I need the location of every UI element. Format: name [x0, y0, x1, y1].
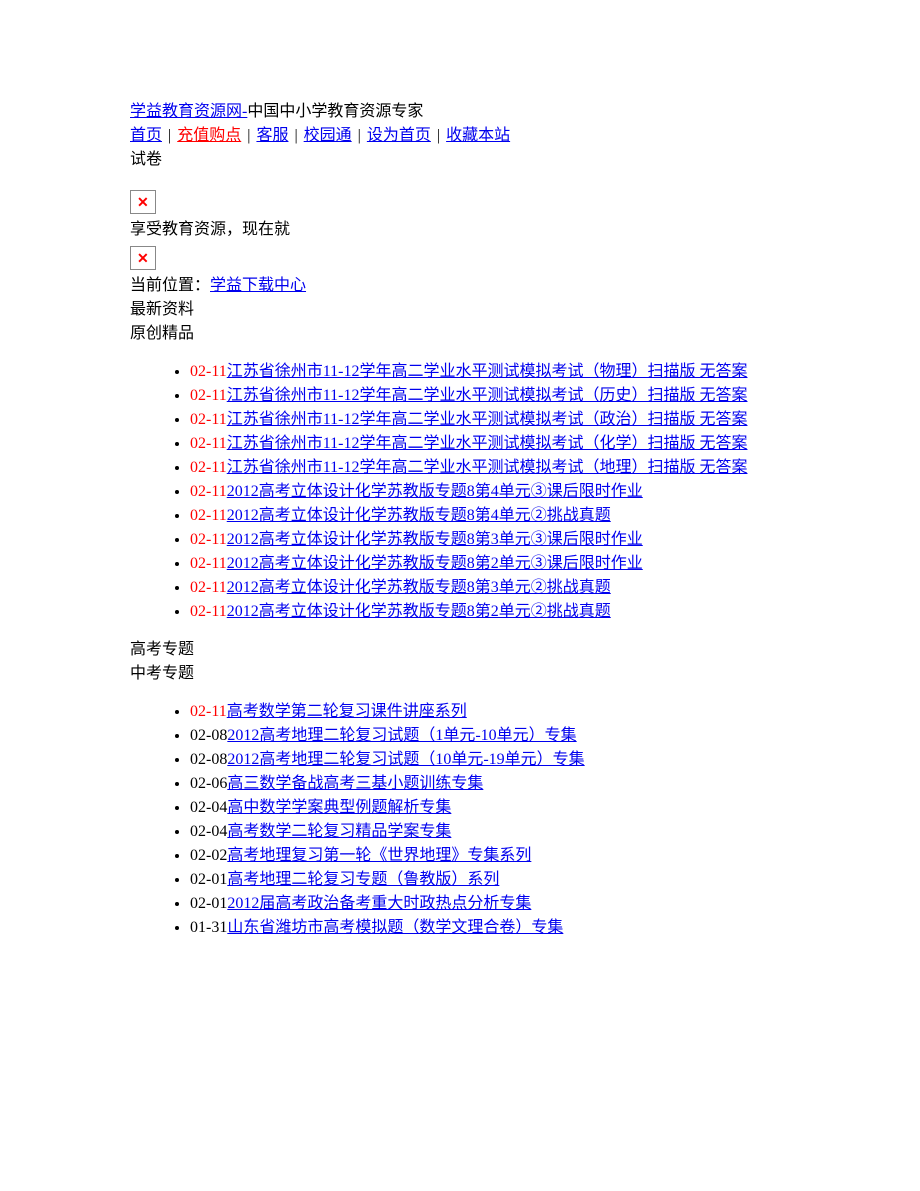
nav-set-home[interactable]: 设为首页	[367, 127, 431, 144]
list-item: 02-04高中数学学案典型例题解析专集	[190, 796, 790, 820]
nav-campus[interactable]: 校园通	[304, 127, 352, 144]
item-date: 02-11	[190, 411, 227, 428]
material-list-2: 02-11高考数学第二轮复习课件讲座系列02-082012高考地理二轮复习试题（…	[130, 700, 790, 940]
list-item: 02-112012高考立体设计化学苏教版专题8第3单元③课后限时作业	[190, 528, 790, 552]
list-item: 02-112012高考立体设计化学苏教版专题8第4单元②挑战真题	[190, 504, 790, 528]
item-date: 02-01	[190, 895, 227, 912]
item-date: 02-11	[190, 435, 227, 452]
item-date: 02-04	[190, 823, 227, 840]
item-link[interactable]: 2012高考立体设计化学苏教版专题8第4单元③课后限时作业	[227, 483, 643, 500]
item-link[interactable]: 2012高考立体设计化学苏教版专题8第4单元②挑战真题	[227, 507, 611, 524]
item-link[interactable]: 江苏省徐州市11-12学年高二学业水平测试模拟考试（化学）扫描版 无答案	[227, 435, 748, 452]
item-date: 02-11	[190, 603, 227, 620]
item-link[interactable]: 2012高考立体设计化学苏教版专题8第3单元②挑战真题	[227, 579, 611, 596]
item-link[interactable]: 江苏省徐州市11-12学年高二学业水平测试模拟考试（政治）扫描版 无答案	[227, 411, 748, 428]
breadcrumb-link[interactable]: 学益下载中心	[210, 277, 306, 294]
item-link[interactable]: 2012高考立体设计化学苏教版专题8第3单元③课后限时作业	[227, 531, 643, 548]
section-gaokao-heading: 高考专题	[130, 638, 790, 662]
item-link[interactable]: 江苏省徐州市11-12学年高二学业水平测试模拟考试（历史）扫描版 无答案	[227, 387, 748, 404]
slogan-text: 享受教育资源，现在就	[130, 218, 790, 242]
item-date: 02-11	[190, 531, 227, 548]
item-date: 02-06	[190, 775, 227, 792]
top-nav: 首页 | 充值购点 | 客服 | 校园通 | 设为首页 | 收藏本站	[130, 124, 790, 148]
item-date: 02-11	[190, 579, 227, 596]
list-item: 02-11江苏省徐州市11-12学年高二学业水平测试模拟考试（政治）扫描版 无答…	[190, 408, 790, 432]
item-date: 02-11	[190, 387, 227, 404]
list-item: 02-012012届高考政治备考重大时政热点分析专集	[190, 892, 790, 916]
nav-home[interactable]: 首页	[130, 127, 162, 144]
item-date: 02-11	[190, 703, 227, 720]
list-item: 02-082012高考地理二轮复习试题（1单元-10单元）专集	[190, 724, 790, 748]
item-link[interactable]: 江苏省徐州市11-12学年高二学业水平测试模拟考试（物理）扫描版 无答案	[227, 363, 748, 380]
site-link[interactable]: 学益教育资源网-	[130, 103, 247, 120]
broken-image-icon: ✕	[130, 246, 156, 270]
list-item: 02-04高考数学二轮复习精品学案专集	[190, 820, 790, 844]
item-date: 02-11	[190, 507, 227, 524]
list-item: 02-112012高考立体设计化学苏教版专题8第2单元②挑战真题	[190, 600, 790, 624]
nav-favorite[interactable]: 收藏本站	[446, 127, 510, 144]
list-item: 02-11高考数学第二轮复习课件讲座系列	[190, 700, 790, 724]
section-original-heading: 原创精品	[130, 322, 790, 346]
item-link[interactable]: 2012高考地理二轮复习试题（1单元-10单元）专集	[227, 727, 576, 744]
list-item: 02-082012高考地理二轮复习试题（10单元-19单元）专集	[190, 748, 790, 772]
site-header: 学益教育资源网-中国中小学教育资源专家	[130, 100, 790, 124]
item-link[interactable]: 2012高考地理二轮复习试题（10单元-19单元）专集	[227, 751, 584, 768]
item-date: 02-11	[190, 483, 227, 500]
item-link[interactable]: 山东省潍坊市高考模拟题（数学文理合卷）专集	[227, 919, 563, 936]
item-date: 02-11	[190, 555, 227, 572]
broken-image-icon: ✕	[130, 190, 156, 214]
item-date: 02-11	[190, 459, 227, 476]
item-link[interactable]: 高考数学第二轮复习课件讲座系列	[227, 703, 467, 720]
item-link[interactable]: 2012高考立体设计化学苏教版专题8第2单元③课后限时作业	[227, 555, 643, 572]
list-item: 02-11江苏省徐州市11-12学年高二学业水平测试模拟考试（地理）扫描版 无答…	[190, 456, 790, 480]
item-link[interactable]: 2012高考立体设计化学苏教版专题8第2单元②挑战真题	[227, 603, 611, 620]
nav-service[interactable]: 客服	[256, 127, 288, 144]
list-item: 02-11江苏省徐州市11-12学年高二学业水平测试模拟考试（物理）扫描版 无答…	[190, 360, 790, 384]
item-link[interactable]: 高考地理复习第一轮《世界地理》专集系列	[227, 847, 531, 864]
section-latest-heading: 最新资料	[130, 298, 790, 322]
item-link[interactable]: 江苏省徐州市11-12学年高二学业水平测试模拟考试（地理）扫描版 无答案	[227, 459, 748, 476]
material-list-1: 02-11江苏省徐州市11-12学年高二学业水平测试模拟考试（物理）扫描版 无答…	[130, 360, 790, 624]
item-date: 02-02	[190, 847, 227, 864]
item-link[interactable]: 高三数学备战高考三基小题训练专集	[227, 775, 483, 792]
list-item: 02-112012高考立体设计化学苏教版专题8第4单元③课后限时作业	[190, 480, 790, 504]
breadcrumb: 当前位置：学益下载中心	[130, 274, 790, 298]
list-item: 02-112012高考立体设计化学苏教版专题8第3单元②挑战真题	[190, 576, 790, 600]
list-item: 01-31山东省潍坊市高考模拟题（数学文理合卷）专集	[190, 916, 790, 940]
nav-recharge[interactable]: 充值购点	[177, 127, 241, 144]
item-date: 02-11	[190, 363, 227, 380]
item-link[interactable]: 高考数学二轮复习精品学案专集	[227, 823, 451, 840]
item-link[interactable]: 高中数学学案典型例题解析专集	[227, 799, 451, 816]
list-item: 02-11江苏省徐州市11-12学年高二学业水平测试模拟考试（历史）扫描版 无答…	[190, 384, 790, 408]
item-date: 01-31	[190, 919, 227, 936]
item-date: 02-01	[190, 871, 227, 888]
section-zhongkao-heading: 中考专题	[130, 662, 790, 686]
item-link[interactable]: 高考地理二轮复习专题（鲁教版）系列	[227, 871, 499, 888]
breadcrumb-prefix: 当前位置：	[130, 277, 210, 294]
list-item: 02-112012高考立体设计化学苏教版专题8第2单元③课后限时作业	[190, 552, 790, 576]
item-link[interactable]: 2012届高考政治备考重大时政热点分析专集	[227, 895, 531, 912]
list-item: 02-11江苏省徐州市11-12学年高二学业水平测试模拟考试（化学）扫描版 无答…	[190, 432, 790, 456]
list-item: 02-02高考地理复习第一轮《世界地理》专集系列	[190, 844, 790, 868]
item-date: 02-04	[190, 799, 227, 816]
site-tagline: 中国中小学教育资源专家	[247, 103, 423, 120]
category-label: 试卷	[130, 148, 790, 172]
item-date: 02-08	[190, 751, 227, 768]
list-item: 02-01高考地理二轮复习专题（鲁教版）系列	[190, 868, 790, 892]
list-item: 02-06高三数学备战高考三基小题训练专集	[190, 772, 790, 796]
item-date: 02-08	[190, 727, 227, 744]
